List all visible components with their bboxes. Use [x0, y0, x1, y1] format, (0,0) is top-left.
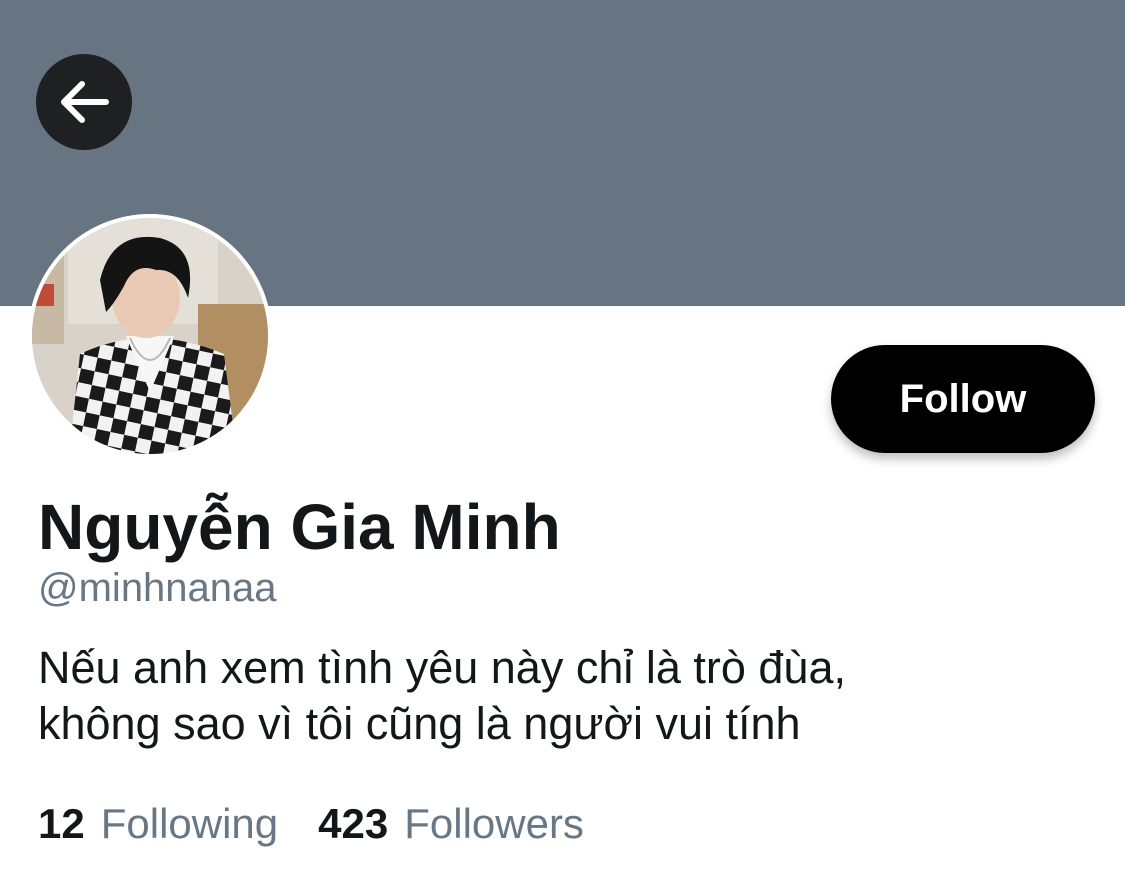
arrow-left-icon [61, 81, 109, 123]
bio: Nếu anh xem tình yêu này chỉ là trò đùa,… [38, 640, 1078, 752]
back-button[interactable] [36, 54, 132, 150]
followers-count: 423 [318, 800, 389, 847]
followers-label: Followers [404, 800, 584, 847]
profile-stats: 12 Following 423 Followers [38, 800, 584, 848]
profile-photo [28, 214, 272, 458]
avatar[interactable] [28, 214, 272, 458]
display-name: Nguyễn Gia Minh [38, 491, 561, 563]
follow-button[interactable]: Follow [831, 345, 1095, 453]
followers-link[interactable]: 423 Followers [318, 800, 584, 848]
following-count: 12 [38, 800, 85, 847]
bio-line: Nếu anh xem tình yêu này chỉ là trò đùa, [38, 642, 846, 693]
bio-line: không sao vì tôi cũng là người vui tính [38, 698, 801, 749]
following-link[interactable]: 12 Following [38, 800, 278, 848]
profile-page: Follow Nguyễn Gia Minh @minhnanaa Nếu an… [0, 0, 1125, 889]
user-handle: @minhnanaa [38, 566, 277, 610]
following-label: Following [100, 800, 279, 847]
